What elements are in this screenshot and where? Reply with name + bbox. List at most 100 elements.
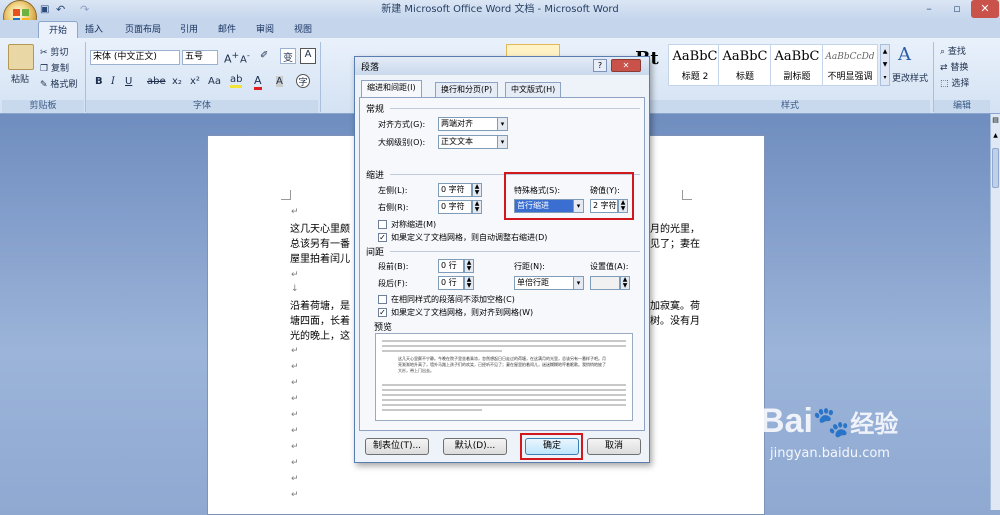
ok-button[interactable]: 确定 xyxy=(525,438,579,455)
special-indent-select[interactable]: 首行缩进 ▾ xyxy=(514,199,584,213)
auto-right-indent-label: 如果定义了文档网格，则自动调整右缩进(D) xyxy=(391,233,548,242)
style-subtle-emphasis[interactable]: AaBbCcDd 不明显强调 xyxy=(822,44,878,86)
select-button[interactable]: ⬚ 选择 xyxy=(940,76,969,89)
baidu-watermark: Bai🐾经验 jingyan.baidu.com xyxy=(760,402,990,466)
left-indent-label: 左侧(L): xyxy=(378,186,408,195)
dialog-title-bar: 段落 ? ✕ xyxy=(355,57,649,75)
char-shading-icon[interactable]: A xyxy=(276,76,283,87)
tab-view[interactable]: 视图 xyxy=(284,21,322,39)
scroll-up-icon[interactable]: ▲ xyxy=(991,132,1000,142)
close-icon[interactable]: ✕ xyxy=(971,0,999,18)
subscript-icon[interactable]: x₂ xyxy=(172,76,182,87)
paste-icon[interactable] xyxy=(8,44,34,70)
cut-button[interactable]: ✂ 剪切 xyxy=(40,45,68,58)
paragraph-mark: ↵ xyxy=(291,442,299,452)
paragraph-mark: ↵ xyxy=(291,458,299,468)
mirror-indent-checkbox[interactable] xyxy=(378,220,387,229)
change-case-icon[interactable]: Aa xyxy=(208,76,221,87)
tab-insert[interactable]: 插入 xyxy=(75,21,113,39)
strikethrough-icon[interactable]: abe xyxy=(147,76,166,87)
at-spinner[interactable]: ▲ ▼ xyxy=(620,276,630,290)
style-title[interactable]: AaBbC 标题 xyxy=(718,44,772,86)
grow-font-icon[interactable]: A+ xyxy=(224,50,239,66)
paragraph-dialog: 段落 ? ✕ 缩进和间距(I) 换行和分页(P) 中文版式(H) 常规 对齐方式… xyxy=(354,56,650,463)
replace-button[interactable]: ⇄ 替换 xyxy=(940,60,968,73)
line-spacing-select[interactable]: 单倍行距 ▾ xyxy=(514,276,584,290)
vertical-scrollbar[interactable]: ▤ ▲ xyxy=(990,114,1000,510)
help-icon[interactable]: ? xyxy=(593,59,607,72)
tab-references[interactable]: 引用 xyxy=(170,21,208,39)
find-button[interactable]: ⌕ 查找 xyxy=(940,44,966,57)
right-indent-input[interactable]: 0 字符 xyxy=(438,200,472,214)
phonetic-guide-icon[interactable]: 变 xyxy=(280,48,296,64)
char-border-icon[interactable]: A xyxy=(300,48,316,64)
tab-page-layout[interactable]: 页面布局 xyxy=(115,21,171,39)
change-styles-button[interactable]: 更改样式 xyxy=(892,71,928,84)
tab-home[interactable]: 开始 xyxy=(38,21,79,39)
tab-line-page-breaks[interactable]: 换行和分页(P) xyxy=(435,82,499,98)
font-size-combo[interactable]: 五号 xyxy=(182,50,218,65)
preview-line xyxy=(382,384,626,386)
preview-line xyxy=(382,340,626,342)
no-space-checkbox[interactable] xyxy=(378,295,387,304)
paragraph-mark: ↵ xyxy=(291,426,299,436)
tabs-button[interactable]: 制表位(T)... xyxy=(365,438,429,455)
space-before-spinner[interactable]: ▲ ▼ xyxy=(464,259,474,273)
outline-level-label: 大纲级别(O): xyxy=(378,138,426,147)
left-indent-spinner[interactable]: ▲ ▼ xyxy=(472,183,482,197)
margin-corner xyxy=(682,190,692,200)
close-icon[interactable]: ✕ xyxy=(611,59,641,72)
font-name-combo[interactable]: 宋体 (中文正文) xyxy=(90,50,180,65)
indent-by-input[interactable]: 2 字符 xyxy=(590,199,618,213)
highlight-icon[interactable]: ab xyxy=(230,74,243,88)
styles-scroll[interactable]: ▲ ▼ ▾ xyxy=(880,44,890,86)
change-styles-icon: A xyxy=(898,44,911,65)
copy-button[interactable]: ❐ 复制 xyxy=(40,61,69,74)
alignment-select[interactable]: 两端对齐 ▾ xyxy=(438,117,508,131)
special-indent-label: 特殊格式(S): xyxy=(514,186,561,195)
clear-format-icon[interactable]: ✐ xyxy=(260,50,268,61)
cancel-button[interactable]: 取消 xyxy=(587,438,641,455)
ruler-toggle-icon[interactable]: ▤ xyxy=(991,116,1000,126)
no-space-label: 在相同样式的段落间不添加空格(C) xyxy=(391,295,515,304)
tab-review[interactable]: 审阅 xyxy=(246,21,284,39)
space-before-input[interactable]: 0 行 xyxy=(438,259,464,273)
paste-button[interactable]: 粘贴 xyxy=(11,72,29,85)
style-subtitle[interactable]: AaBbC 副标题 xyxy=(770,44,824,86)
paragraph-mark: ↵ xyxy=(291,270,299,280)
indent-by-spinner[interactable]: ▲ ▼ xyxy=(618,199,628,213)
style-heading2[interactable]: AaBbC 标题 2 xyxy=(668,44,722,86)
font-color-icon[interactable]: A xyxy=(254,74,262,90)
underline-icon[interactable]: U xyxy=(125,76,132,87)
left-indent-input[interactable]: 0 字符 xyxy=(438,183,472,197)
at-label: 设置值(A): xyxy=(590,262,629,271)
outline-level-select[interactable]: 正文文本 ▾ xyxy=(438,135,508,149)
right-indent-spinner[interactable]: ▲ ▼ xyxy=(472,200,482,214)
tab-asian-typography[interactable]: 中文版式(H) xyxy=(505,82,562,98)
redo-icon[interactable]: ↷ xyxy=(80,3,89,16)
default-button[interactable]: 默认(D)... xyxy=(443,438,507,455)
space-after-input[interactable]: 0 行 xyxy=(438,276,464,290)
bold-icon[interactable]: B xyxy=(95,76,103,87)
maximize-icon[interactable]: ▫ xyxy=(943,0,971,18)
doc-line: 月的光里， xyxy=(650,224,700,235)
auto-right-indent-checkbox[interactable]: ✓ xyxy=(378,233,387,242)
undo-icon[interactable]: ↶ xyxy=(56,3,65,16)
italic-icon[interactable]: I xyxy=(111,76,115,87)
paragraph-mark: ↵ xyxy=(291,394,299,404)
tab-mailings[interactable]: 邮件 xyxy=(208,21,246,39)
line-spacing-label: 行距(N): xyxy=(514,262,545,271)
tab-indents-spacing[interactable]: 缩进和间距(I) xyxy=(361,80,422,98)
superscript-icon[interactable]: x² xyxy=(190,76,200,87)
shrink-font-icon[interactable]: A- xyxy=(240,50,250,65)
preview-line xyxy=(382,404,626,406)
scroll-thumb[interactable] xyxy=(992,148,999,188)
format-painter-button[interactable]: ✎ 格式刷 xyxy=(40,77,77,90)
save-icon[interactable]: ▣ xyxy=(40,4,49,15)
preview-line xyxy=(382,350,502,352)
minimize-icon[interactable]: – xyxy=(915,0,943,18)
enclose-char-icon[interactable]: 字 xyxy=(296,74,310,88)
space-after-spinner[interactable]: ▲ ▼ xyxy=(464,276,474,290)
snap-grid-checkbox[interactable]: ✓ xyxy=(378,308,387,317)
at-input[interactable] xyxy=(590,276,620,290)
